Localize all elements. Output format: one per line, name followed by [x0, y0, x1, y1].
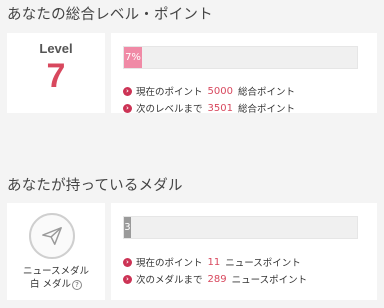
level-info-card: 7% › 現在のポイント 5000 総合ポイント › 次のレベルまで 3501 …: [111, 33, 377, 115]
paper-plane-icon: [42, 227, 62, 245]
medal-progress-bar: 3: [123, 216, 358, 239]
level-label: Level: [39, 41, 73, 56]
next-medal-label: 次のメダルまで: [136, 275, 203, 286]
medal-current-points-row: › 現在のポイント 11 ニュースポイント: [123, 255, 301, 269]
current-points-row: › 現在のポイント 5000 総合ポイント: [123, 84, 295, 98]
medal-current-points-value: 11: [207, 256, 221, 268]
level-section-title: あなたの総合レベル・ポイント: [7, 7, 213, 23]
level-value: 7: [46, 57, 66, 95]
medal-name: ニュースメダル: [22, 266, 90, 277]
next-level-label: 次のレベルまで: [136, 104, 203, 115]
medal-card[interactable]: ニュースメダル 白 メダル?: [7, 203, 105, 300]
medal-section-title: あなたが持っているメダル: [7, 178, 183, 194]
current-points-label: 現在のポイント: [136, 87, 203, 98]
medal-current-points-unit: ニュースポイント: [225, 258, 301, 269]
next-medal-value: 289: [207, 273, 227, 285]
level-progress-fill: 7%: [124, 47, 142, 68]
chevron-right-icon: ›: [123, 86, 132, 96]
help-icon[interactable]: ?: [72, 279, 83, 290]
next-level-unit: 総合ポイント: [237, 104, 295, 115]
next-medal-unit: ニュースポイント: [231, 275, 308, 286]
chevron-right-icon: ›: [123, 274, 132, 284]
medal-rank-row: 白 メダル?: [7, 278, 105, 291]
current-points-value: 5000: [207, 85, 233, 97]
medal-progress-fill: 3: [124, 217, 131, 238]
level-progress-bar: 7%: [123, 46, 358, 69]
medal-current-points-label: 現在のポイント: [136, 258, 203, 269]
next-medal-row: › 次のメダルまで 289 ニュースポイント: [123, 272, 307, 286]
medal-info-card: 3 › 現在のポイント 11 ニュースポイント › 次のメダルまで 289 ニュ…: [111, 203, 377, 300]
next-level-value: 3501: [207, 102, 233, 114]
medal-badge[interactable]: [29, 213, 75, 259]
chevron-right-icon: ›: [123, 103, 132, 113]
chevron-right-icon: ›: [123, 257, 132, 267]
current-points-unit: 総合ポイント: [237, 87, 295, 98]
medal-rank: 白 メダル: [29, 279, 72, 290]
next-level-row: › 次のレベルまで 3501 総合ポイント: [123, 101, 295, 115]
level-card: Level 7: [7, 33, 105, 113]
